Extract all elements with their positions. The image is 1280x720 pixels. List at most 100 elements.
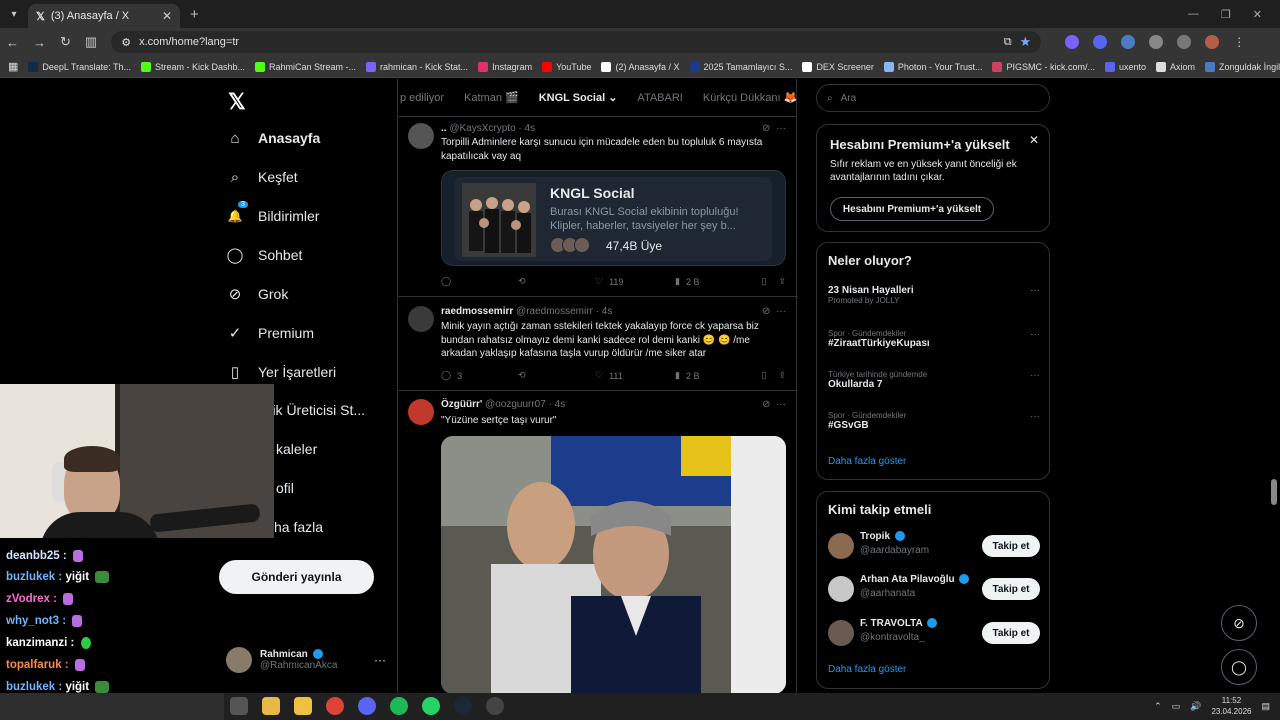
nav-premium[interactable]: ✓ Premium <box>226 324 314 342</box>
like-button[interactable]: ♡ 119 <box>595 276 675 287</box>
notifications-icon[interactable]: ▤ <box>1261 701 1270 712</box>
post[interactable]: .. @KaysXcrypto · 4s ⊘ ··· Torpilli Admi… <box>398 117 798 297</box>
menu-icon[interactable]: ⋮ <box>1233 35 1247 49</box>
avatar[interactable] <box>828 533 854 559</box>
reply-button[interactable]: ◯ <box>441 276 518 287</box>
tab-following[interactable]: p ediliyor <box>400 92 444 104</box>
nav-notifications[interactable]: 🔔 3 Bildirimler <box>226 201 319 225</box>
x-logo-icon[interactable]: 𝕏 <box>228 89 246 115</box>
trend-item[interactable]: 23 Nisan Hayalleri Promoted by JOLLY ··· <box>828 285 1040 305</box>
share-icon[interactable]: ⇪ <box>778 370 786 381</box>
post-button[interactable]: Gönderi yayınla <box>219 560 374 594</box>
repost-button[interactable]: ⟲ <box>518 370 595 381</box>
post[interactable]: Özgüürr' @oozguurr07 · 4s ⊘ ··· "Yüzüne … <box>398 391 798 693</box>
bookmark-item[interactable]: Instagram <box>478 61 532 72</box>
like-button[interactable]: ♡ 111 <box>595 370 675 381</box>
post-author[interactable]: .. <box>441 123 447 134</box>
trend-item[interactable]: Türkiye tarihinde gündemde Okullarda 7 ·… <box>828 370 1040 390</box>
back-icon[interactable]: ← <box>6 35 19 50</box>
bookmark-item[interactable]: (2) Anasayfa / X <box>601 61 680 72</box>
bookmark-icon[interactable]: ▯ <box>762 370 767 381</box>
trend-item[interactable]: Spor · Gündemdekiler #ZiraatTürkiyeKupas… <box>828 329 1040 349</box>
browser-tab[interactable]: 𝕏 (3) Anasayfa / X ✕ <box>28 4 180 28</box>
grok-icon[interactable]: ⊘ <box>762 399 770 410</box>
show-more-link[interactable]: Daha fazla göster <box>828 664 906 675</box>
file-explorer-icon[interactable] <box>262 697 280 715</box>
bookmark-item[interactable]: PIGSMC - kick.com/... <box>992 61 1095 72</box>
task-view-icon[interactable] <box>230 697 248 715</box>
share-icon[interactable]: ⇪ <box>778 276 786 287</box>
nav-chat[interactable]: ◯ Sohbet <box>226 246 303 264</box>
restore-icon[interactable]: ❐ <box>1221 8 1231 21</box>
discord-icon[interactable] <box>358 697 376 715</box>
avatar[interactable] <box>828 576 854 602</box>
extensions-puzzle-icon[interactable] <box>1177 35 1192 49</box>
folder-icon[interactable] <box>294 697 312 715</box>
profile-avatar[interactable] <box>1205 35 1220 49</box>
grok-fab-icon[interactable]: ⊘ <box>1221 605 1257 641</box>
sidebar-toggle-icon[interactable]: ▥ <box>85 34 97 50</box>
chrome-icon[interactable] <box>326 697 344 715</box>
community-card[interactable]: KNGL Social Burası KNGL Social ekibinin … <box>441 170 786 266</box>
clock[interactable]: 11:52 23.04.2026 <box>1211 695 1251 717</box>
bookmark-item[interactable]: Photon - Your Trust... <box>883 61 982 72</box>
tab-katman[interactable]: Katman 🎬 <box>464 91 519 104</box>
minimize-icon[interactable]: — <box>1188 8 1199 21</box>
more-dots-icon[interactable]: ··· <box>1030 370 1040 381</box>
avatar[interactable] <box>828 620 854 646</box>
follow-button[interactable]: Takip et <box>982 622 1040 644</box>
search-input[interactable]: ⌕ Ara <box>816 84 1050 112</box>
extension-icon[interactable] <box>1093 35 1108 49</box>
reply-button[interactable]: ◯ 3 <box>441 370 518 381</box>
avatar[interactable] <box>408 123 434 149</box>
account-switcher[interactable]: Rahmican @RahmicanAkca ··· <box>226 647 386 673</box>
forward-icon[interactable]: → <box>33 35 46 50</box>
more-dots-icon[interactable]: ··· <box>1030 411 1040 422</box>
show-more-link[interactable]: Daha fazla göster <box>828 456 906 467</box>
volume-icon[interactable]: 🔊 <box>1190 701 1201 712</box>
follow-button[interactable]: Takip et <box>982 535 1040 557</box>
bookmark-star-icon[interactable]: ★ <box>1020 34 1032 50</box>
extension-icon[interactable] <box>1065 35 1080 49</box>
post-author[interactable]: raedmossemirr <box>441 306 513 317</box>
close-window-icon[interactable]: ✕ <box>1253 8 1262 21</box>
more-dots-icon[interactable]: ··· <box>374 653 386 667</box>
tray-chevron-icon[interactable]: ⌃ <box>1154 701 1162 712</box>
follow-suggestion[interactable]: F. TRAVOLTA @kontravolta_ Takip et <box>828 618 1040 648</box>
avatar[interactable] <box>408 399 434 425</box>
nav-home[interactable]: ⌂ Anasayfa <box>226 129 320 147</box>
bookmark-item[interactable]: 2025 Tamamlayıcı S... <box>689 61 792 72</box>
bookmark-item[interactable]: DEX Screener <box>802 61 874 72</box>
reload-icon[interactable]: ↻ <box>60 34 71 50</box>
shield-icon[interactable] <box>1149 35 1164 49</box>
bookmark-item[interactable]: uxento <box>1105 61 1146 72</box>
taskbar-search-widget[interactable] <box>0 693 224 720</box>
nav-profile[interactable]: ofil <box>276 480 294 496</box>
post-video[interactable] <box>441 436 786 693</box>
new-tab-button[interactable]: + <box>190 6 199 23</box>
extension-icon[interactable] <box>1121 35 1136 49</box>
bookmark-item[interactable]: Stream - Kick Dashb... <box>140 61 245 72</box>
follow-button[interactable]: Takip et <box>982 578 1040 600</box>
views-button[interactable]: ▮ 2 B <box>675 276 755 287</box>
nav-bookmarks[interactable]: ▯ Yer İşaretleri <box>226 363 336 381</box>
bookmark-item[interactable]: Axiom <box>1156 61 1195 72</box>
nav-explore[interactable]: ⌕ Keşfet <box>226 168 298 186</box>
url-bar[interactable]: ⚙ x.com/home?lang=tr ⧉ ★ <box>111 31 1042 53</box>
views-button[interactable]: ▮ 2 B <box>675 370 755 381</box>
site-info-icon[interactable]: ⚙ <box>121 36 131 49</box>
nav-grok[interactable]: ⊘ Grok <box>226 285 289 303</box>
spotify-icon[interactable] <box>390 697 408 715</box>
steam-icon[interactable] <box>454 697 472 715</box>
tab-kurkcu-dukkani[interactable]: Kürkçü Dükkanı 🦊 <box>703 91 796 104</box>
more-dots-icon[interactable]: ··· <box>776 123 786 134</box>
trend-item[interactable]: Spor · Gündemdekiler #GSvGB ··· <box>828 411 1040 431</box>
follow-suggestion[interactable]: Tropik @aardabayram Takip et <box>828 531 1040 561</box>
post[interactable]: raedmossemirr @raedmossemirr · 4s ⊘ ··· … <box>398 297 798 391</box>
obs-icon[interactable] <box>486 697 504 715</box>
more-dots-icon[interactable]: ··· <box>1030 285 1040 296</box>
scrollbar[interactable] <box>1271 479 1277 505</box>
close-tab-icon[interactable]: ✕ <box>162 9 172 23</box>
grok-icon[interactable]: ⊘ <box>762 123 770 134</box>
bookmark-item[interactable]: Zonguldak İngilizce... <box>1205 61 1280 72</box>
